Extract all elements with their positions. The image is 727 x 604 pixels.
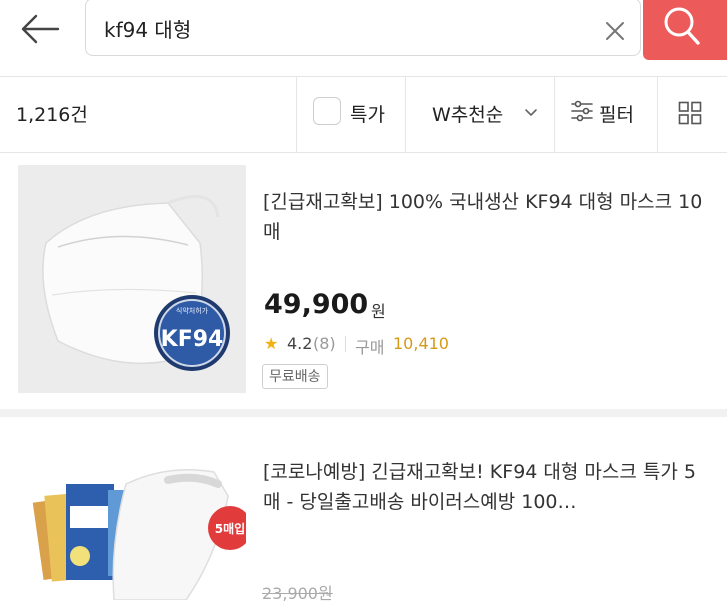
product-title[interactable]: [코로나예방] 긴급재고확보! KF94 대형 마스크 특가 5매 - 당일출고…	[263, 457, 713, 517]
rating-value: 4.2	[287, 334, 313, 353]
divider	[405, 76, 406, 152]
star-icon: ★	[264, 334, 279, 353]
review-count: (8)	[313, 334, 336, 353]
divider	[554, 76, 555, 152]
product-title[interactable]: [긴급재고확보] 100% 국내생산 KF94 대형 마스크 10매	[263, 187, 713, 247]
divider	[0, 152, 727, 153]
divider	[296, 76, 297, 152]
section-divider	[0, 409, 727, 417]
product-image[interactable]: 식약처허가 KF94	[18, 165, 246, 393]
chevron-down-icon[interactable]	[523, 104, 539, 116]
filter-icon[interactable]	[570, 100, 594, 122]
badge-subtext: 식약처허가	[176, 306, 209, 315]
back-arrow-icon[interactable]	[18, 12, 62, 46]
original-price: 23,900원	[262, 584, 333, 603]
free-shipping-badge: 무료배송	[262, 364, 328, 389]
grid-view-icon[interactable]	[678, 101, 702, 125]
special-deal-label[interactable]: 특가	[350, 100, 385, 127]
sort-dropdown[interactable]: W추천순	[432, 100, 503, 127]
search-button[interactable]	[643, 0, 727, 60]
search-icon	[664, 7, 700, 45]
product-image[interactable]: 5매입	[18, 444, 246, 600]
result-count: 1,216건	[16, 104, 88, 126]
divider	[345, 336, 346, 352]
divider	[657, 76, 658, 152]
pack-badge: 5매입	[215, 521, 245, 536]
filter-button[interactable]: 필터	[599, 100, 634, 127]
divider	[0, 76, 727, 77]
kf94-badge-text: KF94	[161, 327, 224, 352]
product-price: 49,900	[264, 289, 369, 320]
currency-label: 원	[371, 302, 386, 321]
purchase-count: 10,410	[393, 334, 449, 353]
special-deal-checkbox[interactable]	[313, 97, 341, 125]
search-input[interactable]: kf94 대형	[104, 14, 191, 43]
clear-icon[interactable]	[598, 14, 632, 48]
purchase-label: 구매	[355, 338, 385, 357]
